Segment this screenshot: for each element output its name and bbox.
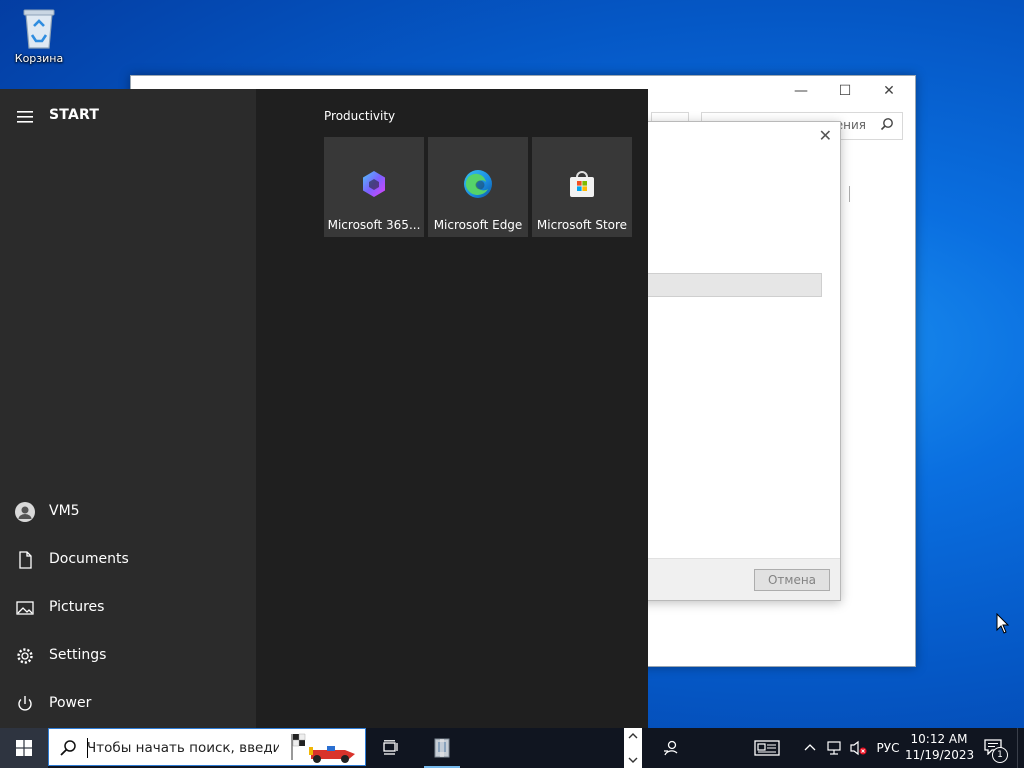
chevron-up-icon bbox=[804, 744, 816, 751]
network-icon bbox=[827, 741, 841, 755]
tile-microsoft-edge-label: Microsoft Edge bbox=[433, 218, 523, 232]
action-center-button[interactable]: 1 bbox=[978, 728, 1010, 768]
clock[interactable]: 10:12 AM 11/19/2023 bbox=[905, 731, 975, 763]
start-menu-left-pane: START VM5 Documents Pictures Settings Po… bbox=[0, 89, 256, 728]
chevron-up-icon bbox=[628, 733, 638, 739]
minimize-button[interactable]: — bbox=[779, 80, 823, 102]
document-icon bbox=[15, 550, 35, 570]
volume-button[interactable] bbox=[846, 728, 870, 768]
edge-icon bbox=[462, 168, 494, 200]
news-widget-button[interactable] bbox=[748, 728, 786, 768]
tile-microsoft-365[interactable]: Microsoft 365... bbox=[324, 137, 424, 237]
user-avatar-icon bbox=[15, 502, 35, 522]
notification-badge: 1 bbox=[992, 747, 1008, 763]
network-button[interactable] bbox=[822, 728, 846, 768]
dialog-close-button[interactable]: ✕ bbox=[819, 126, 832, 145]
taskbar-search-placeholder: Чтобы начать поиск, введи bbox=[87, 740, 279, 756]
tile-microsoft-edge[interactable]: Microsoft Edge bbox=[428, 137, 528, 237]
start-nav-power[interactable]: Power bbox=[0, 680, 256, 728]
start-nav-documents[interactable]: Documents bbox=[0, 536, 256, 584]
recycle-bin-desktop-icon[interactable]: Корзина bbox=[8, 6, 70, 65]
people-icon bbox=[664, 740, 678, 756]
tile-microsoft-store-label: Microsoft Store bbox=[536, 218, 628, 232]
people-button[interactable] bbox=[652, 728, 688, 768]
show-desktop-button[interactable] bbox=[1017, 728, 1024, 768]
cancel-button[interactable]: Отмена bbox=[754, 569, 830, 591]
search-icon bbox=[880, 117, 894, 134]
start-nav-user[interactable]: VM5 bbox=[0, 488, 256, 536]
start-title: START bbox=[49, 107, 100, 123]
tile-group-title: Productivity bbox=[324, 109, 396, 123]
start-nav-settings-label: Settings bbox=[49, 647, 107, 663]
start-menu: START VM5 Documents Pictures Settings Po… bbox=[0, 89, 648, 728]
taskbar-app-explorer[interactable] bbox=[422, 728, 462, 768]
task-view-icon bbox=[383, 740, 398, 755]
show-hidden-icons-button[interactable] bbox=[800, 728, 820, 768]
start-nav-user-label: VM5 bbox=[49, 503, 80, 519]
tile-microsoft-365-label: Microsoft 365... bbox=[327, 218, 421, 232]
tile-microsoft-store[interactable]: Microsoft Store bbox=[532, 137, 632, 237]
search-icon bbox=[59, 739, 77, 761]
language-indicator[interactable]: РУС bbox=[872, 728, 904, 768]
mouse-pointer-icon bbox=[996, 612, 1010, 639]
microsoft-365-icon bbox=[358, 168, 390, 200]
search-highlight-race-icon bbox=[287, 732, 363, 768]
text-cursor bbox=[849, 186, 850, 202]
recycle-bin-label: Корзина bbox=[14, 52, 64, 65]
power-icon bbox=[15, 694, 35, 714]
chevron-down-icon bbox=[628, 757, 638, 763]
taskbar-search-box[interactable]: Чтобы начать поиск, введи bbox=[48, 728, 366, 766]
start-nav-documents-label: Documents bbox=[49, 551, 129, 567]
gear-icon bbox=[15, 646, 35, 666]
pictures-icon bbox=[15, 598, 35, 618]
start-menu-tiles-pane: Productivity Microsoft 365... Microsoft … bbox=[256, 89, 648, 728]
taskbar-scroll-control[interactable] bbox=[624, 728, 642, 768]
news-icon bbox=[754, 740, 780, 756]
start-nav-pictures-label: Pictures bbox=[49, 599, 105, 615]
task-view-button[interactable] bbox=[372, 728, 412, 768]
maximize-button[interactable]: ☐ bbox=[823, 80, 867, 102]
close-button[interactable]: ✕ bbox=[867, 80, 911, 102]
taskbar: Чтобы начать поиск, введи РУС 10:12 AM 1… bbox=[0, 728, 1024, 768]
start-nav-settings[interactable]: Settings bbox=[0, 632, 256, 680]
hamburger-menu-icon[interactable] bbox=[17, 111, 33, 127]
start-nav-pictures[interactable]: Pictures bbox=[0, 584, 256, 632]
store-icon bbox=[566, 168, 598, 200]
start-nav-power-label: Power bbox=[49, 695, 92, 711]
clock-date: 11/19/2023 bbox=[905, 748, 975, 762]
start-button[interactable] bbox=[0, 728, 48, 768]
windows-logo-icon bbox=[16, 740, 32, 756]
volume-muted-icon bbox=[850, 740, 867, 756]
app-archive-icon bbox=[434, 738, 450, 758]
recycle-bin-icon bbox=[23, 9, 55, 49]
clock-time: 10:12 AM bbox=[910, 732, 968, 746]
